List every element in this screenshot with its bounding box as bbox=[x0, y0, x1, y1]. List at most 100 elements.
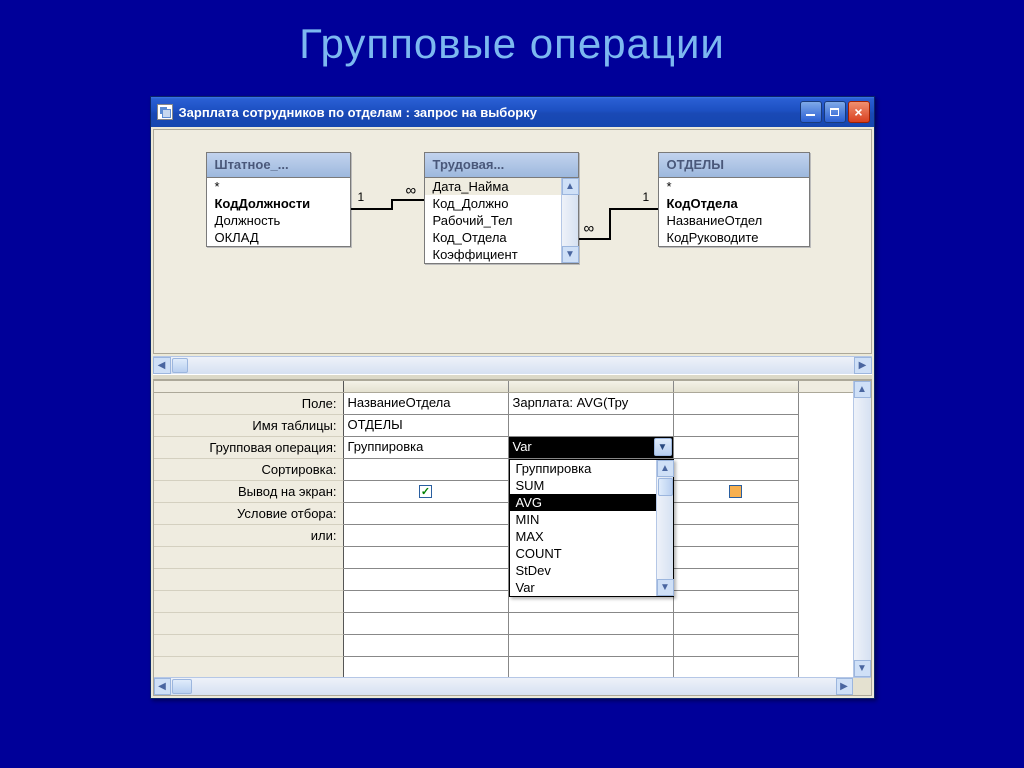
dropdown-option-selected[interactable]: AVG bbox=[510, 494, 656, 511]
minimize-button[interactable] bbox=[800, 101, 822, 123]
grid-row-show: Вывод на экран: ✓ ✓ bbox=[154, 481, 853, 503]
cell-criteria[interactable] bbox=[674, 503, 799, 525]
scroll-right-icon[interactable]: ▶ bbox=[854, 357, 872, 374]
scroll-up-icon[interactable]: ▲ bbox=[854, 381, 871, 398]
cell-or[interactable] bbox=[344, 525, 509, 547]
field[interactable]: Должность bbox=[207, 212, 350, 229]
relationships-canvas[interactable]: Штатное_... * КодДолжности Должность ОКЛ… bbox=[153, 129, 872, 354]
table-card-shtatnoe[interactable]: Штатное_... * КодДолжности Должность ОКЛ… bbox=[206, 152, 351, 247]
field[interactable]: КодРуководите bbox=[659, 229, 809, 246]
cell-or[interactable] bbox=[674, 525, 799, 547]
column-selector[interactable] bbox=[509, 381, 674, 392]
cell-blank[interactable] bbox=[344, 591, 509, 613]
table-card-otdely[interactable]: ОТДЕЛЫ * КодОтдела НазваниеОтдел КодРуко… bbox=[658, 152, 810, 247]
query-grid: Поле: НазваниеОтдела Зарплата: AVG(Тру И… bbox=[153, 380, 872, 696]
cell-show[interactable]: ✓ bbox=[674, 481, 799, 503]
relation-cardinality-many: ∞ bbox=[406, 182, 417, 199]
relation-line bbox=[609, 208, 658, 210]
scroll-down-icon[interactable]: ▼ bbox=[562, 246, 579, 263]
scroll-right-icon[interactable]: ▶ bbox=[836, 678, 853, 695]
scroll-thumb[interactable] bbox=[172, 679, 192, 694]
cell-sort[interactable] bbox=[344, 459, 509, 481]
window-title: Зарплата сотрудников по отделам : запрос… bbox=[179, 105, 800, 120]
dropdown-arrow-icon[interactable]: ▼ bbox=[654, 438, 672, 456]
row-label: или: bbox=[154, 525, 344, 547]
table-title[interactable]: Штатное_... bbox=[207, 153, 350, 178]
relation-cardinality-one: 1 bbox=[643, 190, 650, 204]
maximize-button[interactable] bbox=[824, 101, 846, 123]
cell-table[interactable] bbox=[674, 415, 799, 437]
titlebar[interactable]: Зарплата сотрудников по отделам : запрос… bbox=[151, 97, 874, 127]
column-selector[interactable] bbox=[674, 381, 799, 392]
scroll-up-icon[interactable]: ▲ bbox=[657, 460, 674, 477]
checkbox-checked-icon[interactable]: ✓ bbox=[419, 485, 432, 498]
grid-hscroll[interactable]: ◀ ▶ bbox=[154, 677, 871, 695]
table-title[interactable]: ОТДЕЛЫ bbox=[659, 153, 809, 178]
dropdown-option[interactable]: StDev bbox=[510, 562, 656, 579]
query-designer-window: Зарплата сотрудников по отделам : запрос… bbox=[150, 96, 875, 699]
dropdown-option[interactable]: COUNT bbox=[510, 545, 656, 562]
table-card-trudovaya[interactable]: Трудовая... Дата_Найма Код_Должно Рабочи… bbox=[424, 152, 579, 264]
cell-blank[interactable] bbox=[344, 657, 509, 679]
row-label: Сортировка: bbox=[154, 459, 344, 481]
field[interactable]: Коэффициент bbox=[425, 246, 561, 263]
field-pk[interactable]: КодОтдела bbox=[659, 195, 809, 212]
slide-title: Групповые операции bbox=[0, 0, 1024, 96]
grid-vscroll[interactable]: ▲ ▼ bbox=[853, 381, 871, 677]
cell-show[interactable]: ✓ bbox=[344, 481, 509, 503]
scroll-corner bbox=[853, 678, 871, 696]
cell-criteria[interactable] bbox=[344, 503, 509, 525]
cell-blank[interactable] bbox=[344, 613, 509, 635]
table-title[interactable]: Трудовая... bbox=[425, 153, 578, 178]
cell-sort[interactable] bbox=[674, 459, 799, 481]
scroll-down-icon[interactable]: ▼ bbox=[657, 579, 674, 596]
grid-row-field: Поле: НазваниеОтдела Зарплата: AVG(Тру bbox=[154, 393, 853, 415]
dropdown-option[interactable]: Группировка bbox=[510, 460, 656, 477]
row-label: Условие отбора: bbox=[154, 503, 344, 525]
scroll-thumb[interactable] bbox=[658, 478, 673, 496]
cell-field[interactable]: Зарплата: AVG(Тру bbox=[509, 393, 674, 415]
dropdown-option[interactable]: MIN bbox=[510, 511, 656, 528]
close-button[interactable]: × bbox=[848, 101, 870, 123]
dropdown-option[interactable]: MAX bbox=[510, 528, 656, 545]
field[interactable]: Код_Отдела bbox=[425, 229, 561, 246]
canvas-hscroll[interactable]: ◀ ▶ bbox=[153, 356, 872, 374]
checkbox-unchecked-icon[interactable]: ✓ bbox=[729, 485, 742, 498]
field[interactable]: Код_Должно bbox=[425, 195, 561, 212]
field[interactable]: * bbox=[659, 178, 809, 195]
scroll-thumb[interactable] bbox=[172, 358, 188, 373]
column-selector[interactable] bbox=[344, 381, 509, 392]
field[interactable]: Дата_Найма bbox=[425, 178, 561, 195]
relation-cardinality-many: ∞ bbox=[584, 220, 595, 237]
cell-blank[interactable] bbox=[344, 547, 509, 569]
field[interactable]: ОКЛАД bbox=[207, 229, 350, 246]
scroll-left-icon[interactable]: ◀ bbox=[153, 357, 171, 374]
cell-blank[interactable] bbox=[344, 569, 509, 591]
dropdown-option[interactable]: SUM bbox=[510, 477, 656, 494]
relation-line[interactable] bbox=[351, 208, 391, 210]
field[interactable]: Рабочий_Тел bbox=[425, 212, 561, 229]
cell-groupop-active[interactable]: Var ▼ bbox=[509, 437, 674, 459]
cell-groupop[interactable] bbox=[674, 437, 799, 459]
relation-line bbox=[609, 208, 611, 240]
cell-table[interactable]: ОТДЕЛЫ bbox=[344, 415, 509, 437]
field[interactable]: НазваниеОтдел bbox=[659, 212, 809, 229]
cell-field[interactable]: НазваниеОтдела bbox=[344, 393, 509, 415]
cell-blank[interactable] bbox=[344, 635, 509, 657]
scrollbar-vertical[interactable]: ▲ ▼ bbox=[561, 178, 578, 263]
field-pk[interactable]: КодДолжности bbox=[207, 195, 350, 212]
cell-table[interactable] bbox=[509, 415, 674, 437]
scroll-down-icon[interactable]: ▼ bbox=[854, 660, 871, 677]
dropdown-option[interactable]: Var bbox=[510, 579, 656, 596]
relation-line[interactable] bbox=[579, 238, 609, 240]
grid-row-criteria: Условие отбора: bbox=[154, 503, 853, 525]
cell-groupop[interactable]: Группировка bbox=[344, 437, 509, 459]
row-label: Поле: bbox=[154, 393, 344, 415]
scroll-up-icon[interactable]: ▲ bbox=[562, 178, 579, 195]
dropdown-scrollbar[interactable]: ▲ ▼ bbox=[656, 460, 673, 596]
cell-field[interactable] bbox=[674, 393, 799, 415]
scroll-left-icon[interactable]: ◀ bbox=[154, 678, 171, 695]
field[interactable]: * bbox=[207, 178, 350, 195]
grid-row-or: или: bbox=[154, 525, 853, 547]
groupop-dropdown[interactable]: Группировка SUM AVG MIN MAX COUNT StDev … bbox=[509, 459, 674, 597]
